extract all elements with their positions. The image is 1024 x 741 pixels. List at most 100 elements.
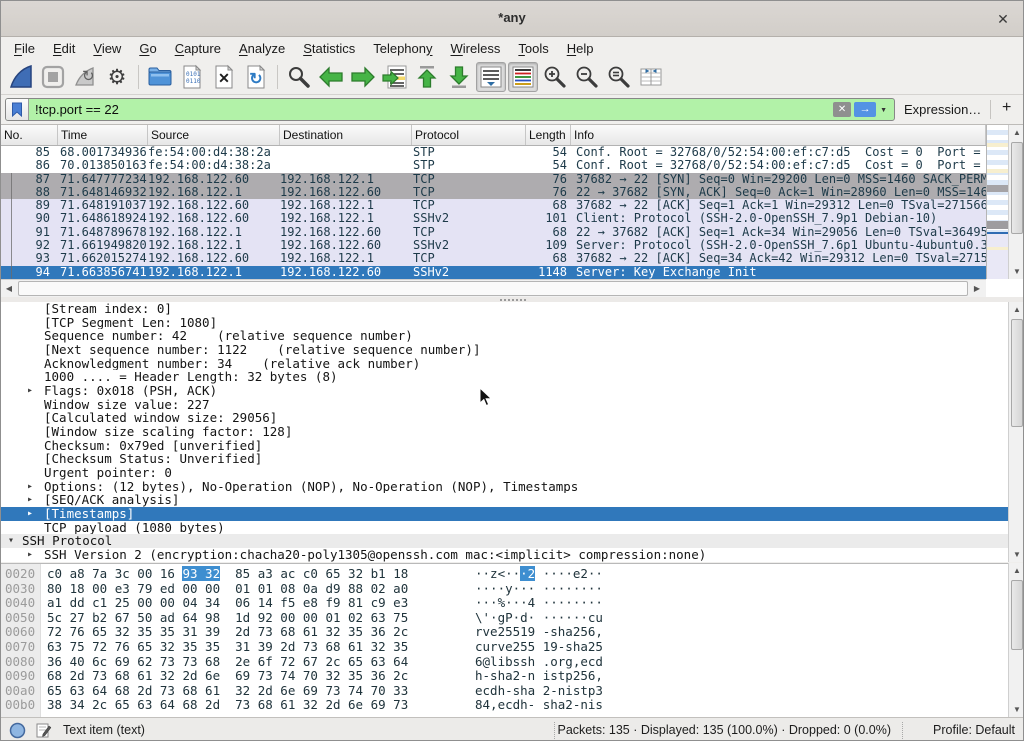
packet-row[interactable]: 8568.001734936fe:54:00:d4:38:2aSTP54Conf… bbox=[1, 146, 986, 159]
detail-line[interactable]: 1000 .... = Header Length: 32 bytes (8) bbox=[1, 370, 1008, 384]
go-first-button[interactable] bbox=[412, 62, 442, 92]
save-file-button[interactable]: 01010110 bbox=[177, 62, 207, 92]
add-filter-button[interactable]: + bbox=[1002, 99, 1011, 117]
detail-line[interactable]: Window size value: 227 bbox=[1, 398, 1008, 412]
go-to-packet-button[interactable] bbox=[380, 62, 410, 92]
packet-row[interactable]: 8771.647777234192.168.122.60192.168.122.… bbox=[1, 173, 986, 186]
filter-dropdown-caret[interactable]: ▼ bbox=[876, 105, 894, 114]
expander-icon[interactable]: ▾ bbox=[8, 534, 22, 548]
hex-row[interactable]: 009068 2d 73 68 61 32 2d 6e 69 73 74 70 … bbox=[1, 669, 1008, 684]
filter-apply-button[interactable]: → bbox=[854, 102, 876, 117]
detail-line[interactable]: [TCP Segment Len: 1080] bbox=[1, 316, 1008, 330]
menu-edit[interactable]: Edit bbox=[44, 39, 84, 58]
detail-line[interactable]: [Calculated window size: 29056] bbox=[1, 411, 1008, 425]
resize-columns-button[interactable] bbox=[636, 62, 666, 92]
zoom-in-button[interactable] bbox=[540, 62, 570, 92]
packet-minimap[interactable] bbox=[986, 125, 1008, 279]
zoom-out-button[interactable] bbox=[572, 62, 602, 92]
expander-icon[interactable]: ▸ bbox=[27, 493, 41, 507]
detail-line[interactable]: [Stream index: 0] bbox=[1, 302, 1008, 316]
menu-wireless[interactable]: Wireless bbox=[442, 39, 510, 58]
packet-row[interactable]: 8670.013850163fe:54:00:d4:38:2aSTP54Conf… bbox=[1, 159, 986, 172]
column-time[interactable]: Time bbox=[58, 125, 148, 145]
bytes-vscrollbar[interactable]: ▲ ▼ bbox=[1008, 563, 1024, 717]
start-capture-button[interactable] bbox=[6, 62, 36, 92]
expression-button[interactable]: Expression… bbox=[904, 102, 981, 117]
detail-line-selected[interactable]: ▸[Timestamps] bbox=[1, 507, 1008, 521]
reload-file-button[interactable]: ↻ bbox=[241, 62, 271, 92]
detail-line[interactable]: Urgent pointer: 0 bbox=[1, 466, 1008, 480]
stop-capture-button[interactable] bbox=[38, 62, 68, 92]
zoom-reset-button[interactable] bbox=[604, 62, 634, 92]
packet-row[interactable]: 8871.648146932192.168.122.1192.168.122.6… bbox=[1, 186, 986, 199]
menu-tools[interactable]: Tools bbox=[509, 39, 557, 58]
menu-capture[interactable]: Capture bbox=[166, 39, 230, 58]
menu-file[interactable]: File bbox=[5, 39, 44, 58]
status-profile[interactable]: Profile: Default bbox=[933, 723, 1015, 737]
detail-line[interactable]: [Checksum Status: Unverified] bbox=[1, 452, 1008, 466]
expander-icon[interactable]: ▸ bbox=[27, 507, 41, 521]
column-no[interactable]: No. bbox=[1, 125, 58, 145]
packet-row[interactable]: 9371.662015274192.168.122.60192.168.122.… bbox=[1, 252, 986, 265]
detail-vscrollbar[interactable]: ▲ ▼ bbox=[1008, 302, 1024, 562]
hex-row[interactable]: 0020c0 a8 7a 3c 00 16 93 32 85 a3 ac c0 … bbox=[1, 567, 1008, 582]
hex-row[interactable]: 007063 75 72 76 65 32 35 35 31 39 2d 73 … bbox=[1, 640, 1008, 655]
go-last-button[interactable] bbox=[444, 62, 474, 92]
column-protocol[interactable]: Protocol bbox=[412, 125, 526, 145]
filter-clear-button[interactable]: ✕ bbox=[833, 102, 851, 117]
expander-icon[interactable]: ▸ bbox=[27, 548, 41, 562]
hex-row[interactable]: 0040a1 dd c1 25 00 00 04 34 06 14 f5 e8 … bbox=[1, 596, 1008, 611]
filter-text[interactable]: !tcp.port == 22 bbox=[29, 102, 833, 117]
hex-row[interactable]: 006072 76 65 32 35 35 31 39 2d 73 68 61 … bbox=[1, 625, 1008, 640]
capture-comment-button[interactable] bbox=[35, 722, 52, 741]
go-forward-button[interactable] bbox=[348, 62, 378, 92]
window-close-button[interactable]: ✕ bbox=[993, 9, 1013, 29]
expander-icon[interactable]: ▸ bbox=[27, 480, 41, 494]
display-filter-input[interactable]: !tcp.port == 22 ✕ → ▼ bbox=[5, 98, 895, 121]
hex-row[interactable]: 008036 40 6c 69 62 73 73 68 2e 6f 72 67 … bbox=[1, 655, 1008, 670]
menu-statistics[interactable]: Statistics bbox=[294, 39, 364, 58]
scroll-up-arrow[interactable]: ▲ bbox=[1009, 563, 1024, 578]
detail-line[interactable]: TCP payload (1080 bytes) bbox=[1, 521, 1008, 535]
find-packet-button[interactable] bbox=[284, 62, 314, 92]
auto-scroll-button[interactable] bbox=[476, 62, 506, 92]
menu-go[interactable]: Go bbox=[130, 39, 165, 58]
column-info[interactable]: Info bbox=[571, 125, 986, 145]
packet-row[interactable]: 9071.648618924192.168.122.60192.168.122.… bbox=[1, 212, 986, 225]
detail-line[interactable]: ▸Flags: 0x018 (PSH, ACK) bbox=[1, 384, 1008, 398]
column-destination[interactable]: Destination bbox=[280, 125, 412, 145]
colorize-button[interactable] bbox=[508, 62, 538, 92]
scroll-left-arrow[interactable]: ◀ bbox=[1, 280, 17, 297]
detail-line[interactable]: Checksum: 0x79ed [unverified] bbox=[1, 439, 1008, 453]
packet-row[interactable]: 9271.661949820192.168.122.1192.168.122.6… bbox=[1, 239, 986, 252]
menu-view[interactable]: View bbox=[84, 39, 130, 58]
detail-line[interactable]: ▸Options: (12 bytes), No-Operation (NOP)… bbox=[1, 480, 1008, 494]
menu-help[interactable]: Help bbox=[558, 39, 603, 58]
filter-bookmark-button[interactable] bbox=[6, 99, 29, 120]
capture-options-button[interactable]: ⚙ bbox=[102, 62, 132, 92]
detail-line-protocol[interactable]: ▾SSH Protocol bbox=[1, 534, 1008, 548]
restart-capture-button[interactable]: ↻ bbox=[70, 62, 100, 92]
scroll-up-arrow[interactable]: ▲ bbox=[1009, 302, 1024, 317]
detail-line[interactable]: ▸SSH Version 2 (encryption:chacha20-poly… bbox=[1, 548, 1008, 562]
scroll-down-arrow[interactable]: ▼ bbox=[1009, 702, 1024, 717]
open-file-button[interactable] bbox=[145, 62, 175, 92]
scroll-thumb[interactable] bbox=[1011, 142, 1023, 234]
scroll-down-arrow[interactable]: ▼ bbox=[1009, 547, 1024, 562]
hex-row[interactable]: 00a065 63 64 68 2d 73 68 61 32 2d 6e 69 … bbox=[1, 684, 1008, 699]
column-source[interactable]: Source bbox=[148, 125, 280, 145]
detail-line[interactable]: Acknowledgment number: 34 (relative ack … bbox=[1, 357, 1008, 371]
scroll-thumb[interactable] bbox=[1011, 319, 1023, 427]
scroll-thumb[interactable] bbox=[18, 281, 968, 296]
menu-analyze[interactable]: Analyze bbox=[230, 39, 294, 58]
detail-line[interactable]: Sequence number: 42 (relative sequence n… bbox=[1, 329, 1008, 343]
go-back-button[interactable] bbox=[316, 62, 346, 92]
hex-row[interactable]: 00505c 27 b2 67 50 ad 64 98 1d 92 00 00 … bbox=[1, 611, 1008, 626]
menu-telephony[interactable]: Telephony bbox=[364, 39, 441, 58]
scroll-thumb[interactable] bbox=[1011, 580, 1023, 650]
expander-icon[interactable]: ▸ bbox=[27, 384, 41, 398]
detail-line[interactable]: ▸[SEQ/ACK analysis] bbox=[1, 493, 1008, 507]
packet-list-hscrollbar[interactable]: ◀ ▶ bbox=[1, 279, 986, 297]
detail-line[interactable]: [Next sequence number: 1122 (relative se… bbox=[1, 343, 1008, 357]
packet-row-selected[interactable]: 9471.663856741192.168.122.1192.168.122.6… bbox=[1, 266, 986, 279]
